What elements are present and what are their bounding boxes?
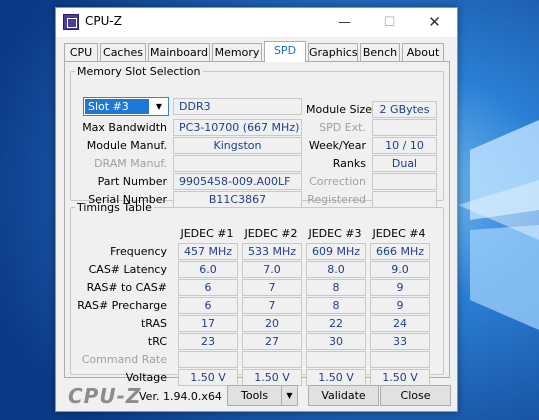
timing-cell: 33: [370, 333, 430, 350]
timing-cell: [306, 351, 366, 368]
module-manuf-value: Kingston: [173, 137, 302, 154]
ranks-value: Dual: [372, 155, 437, 172]
dram-manuf-label: DRAM Manuf.: [94, 157, 167, 170]
memory-type-value: DDR3: [173, 98, 302, 115]
memory-slot-selection-group: Memory Slot Selection Slot #3 ▼ DDR3 Max…: [70, 65, 444, 208]
tab-bar: CPU Caches Mainboard Memory SPD Graphics…: [64, 41, 450, 62]
tab-bench[interactable]: Bench: [360, 43, 400, 62]
timing-row-label: RAS# to CAS#: [86, 281, 167, 294]
timing-cell: 7: [242, 297, 302, 314]
timings-table-legend: Timings Table: [77, 201, 152, 214]
tab-about[interactable]: About: [402, 43, 444, 62]
tab-caches[interactable]: Caches: [100, 43, 146, 62]
validate-button[interactable]: Validate: [308, 385, 379, 406]
timing-cell: 457 MHz: [178, 243, 238, 260]
timing-cell: 666 MHz: [370, 243, 430, 260]
timing-cell: 30: [306, 333, 366, 350]
cpuz-app-icon: [63, 14, 79, 30]
max-bandwidth-value: PC3-10700 (667 MHz): [173, 119, 302, 136]
timing-cell: 8: [306, 297, 366, 314]
timing-cell: 6.0: [178, 261, 238, 278]
timing-cell: 9: [370, 279, 430, 296]
timing-cell: [242, 351, 302, 368]
timing-row-label: tRC: [147, 335, 167, 348]
slot-select-dropdown[interactable]: Slot #3 ▼: [83, 97, 169, 116]
timing-column-header: JEDEC #3: [308, 227, 362, 240]
tools-button[interactable]: Tools ▼: [227, 385, 298, 406]
timing-row-label: tRAS: [140, 317, 167, 330]
timing-cell: [178, 351, 238, 368]
max-bandwidth-label: Max Bandwidth: [82, 121, 167, 134]
module-manuf-label: Module Manuf.: [86, 139, 167, 152]
timing-cell: 6: [178, 297, 238, 314]
footer-bar: CPU-Z Ver. 1.94.0.x64 Tools ▼ Validate C…: [64, 382, 451, 408]
spd-panel: Memory Slot Selection Slot #3 ▼ DDR3 Max…: [64, 61, 450, 386]
week-year-label: Week/Year: [308, 139, 366, 152]
timing-cell: 9: [370, 297, 430, 314]
title-bar[interactable]: CPU-Z — ☐ ✕: [56, 8, 457, 37]
slot-select-value: Slot #3: [85, 99, 149, 114]
timing-cell: 7: [242, 279, 302, 296]
timing-cell: 20: [242, 315, 302, 332]
ranks-label: Ranks: [332, 157, 366, 170]
close-window-button[interactable]: ✕: [412, 8, 457, 37]
correction-label: Correction: [309, 175, 366, 188]
correction-value: [372, 173, 437, 190]
timing-cell: 533 MHz: [242, 243, 302, 260]
timing-row-label: CAS# Latency: [88, 263, 167, 276]
module-size-value: 2 GBytes: [372, 101, 437, 118]
cpuz-window: CPU-Z — ☐ ✕ CPU Caches Mainboard Memory …: [55, 7, 458, 412]
tab-graphics[interactable]: Graphics: [308, 43, 358, 62]
chevron-down-icon[interactable]: ▼: [281, 386, 297, 405]
timings-table-group: Timings Table JEDEC #1 JEDEC #2 JEDEC #3 JE…: [70, 201, 444, 386]
tab-mainboard[interactable]: Mainboard: [148, 43, 210, 62]
part-number-label: Part Number: [97, 175, 167, 188]
timing-row-label: RAS# Precharge: [77, 299, 167, 312]
timing-cell: 24: [370, 315, 430, 332]
timing-cell: 27: [242, 333, 302, 350]
tab-cpu[interactable]: CPU: [64, 43, 98, 62]
module-size-label: Module Size: [306, 103, 373, 116]
tab-memory[interactable]: Memory: [212, 43, 262, 62]
timing-cell: 7.0: [242, 261, 302, 278]
tab-spd[interactable]: SPD: [264, 41, 306, 62]
timing-column-header: JEDEC #1: [180, 227, 234, 240]
timing-row-label: Command Rate: [81, 353, 167, 366]
timing-column-header: JEDEC #2: [244, 227, 298, 240]
timing-row-label: Frequency: [110, 245, 167, 258]
dram-manuf-value: [173, 155, 302, 172]
timing-cell: 23: [178, 333, 238, 350]
timing-cell: 609 MHz: [306, 243, 366, 260]
timing-cell: 8.0: [306, 261, 366, 278]
timing-cell: 22: [306, 315, 366, 332]
timing-column-header: JEDEC #4: [372, 227, 426, 240]
chevron-down-icon[interactable]: ▼: [151, 99, 167, 114]
spd-ext-label: SPD Ext.: [319, 121, 366, 134]
week-year-value: 10 / 10: [372, 137, 437, 154]
minimize-button[interactable]: —: [322, 8, 367, 37]
cpuz-logo: CPU-Z: [68, 384, 142, 408]
part-number-value: 9905458-009.A00LF: [173, 173, 302, 190]
window-title: CPU-Z: [85, 14, 122, 28]
tools-button-label: Tools: [241, 389, 269, 402]
timing-cell: [370, 351, 430, 368]
maximize-button[interactable]: ☐: [367, 8, 412, 37]
version-label: Ver. 1.94.0.x64: [139, 390, 222, 403]
close-button[interactable]: Close: [380, 385, 451, 406]
timing-cell: 9.0: [370, 261, 430, 278]
memory-slot-selection-legend: Memory Slot Selection: [77, 65, 201, 78]
timing-cell: 8: [306, 279, 366, 296]
timing-cell: 6: [178, 279, 238, 296]
spd-ext-value: [372, 119, 437, 136]
timing-cell: 17: [178, 315, 238, 332]
